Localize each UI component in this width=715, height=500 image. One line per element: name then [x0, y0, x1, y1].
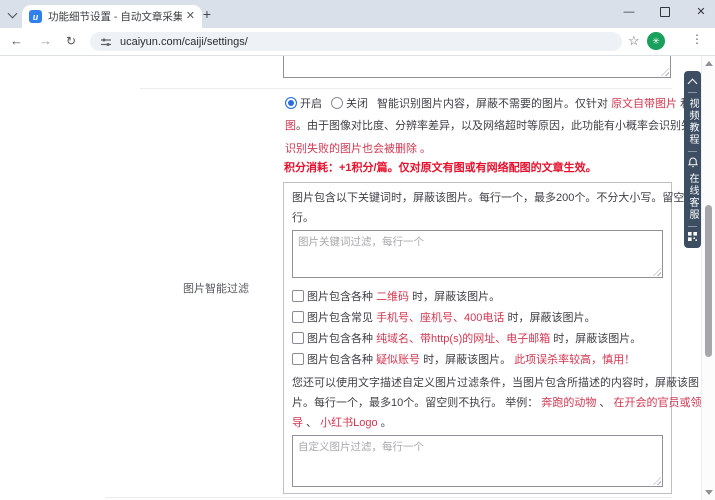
browser-tab[interactable]: u 功能细节设置 - 自动文章采集平台 ✕: [22, 5, 202, 28]
radio-off-label[interactable]: 关闭: [346, 95, 368, 111]
new-tab-button[interactable]: +: [199, 6, 215, 22]
account-checkbox[interactable]: [292, 352, 304, 365]
floating-side-toolbar: 视频教程 在线客服: [684, 71, 701, 248]
checkbox-label: 图片包含各种 纯域名、带http(s)的网址、电子邮箱 时，屏蔽该图片。: [307, 332, 642, 345]
browser-tab-strip: u 功能细节设置 - 自动文章采集平台 ✕ + — ✕: [0, 0, 715, 28]
points-cost-note: 积分消耗：+1积分/篇。仅对原文有图或有网络配图的文章生效。: [284, 162, 597, 174]
bookmark-star-button[interactable]: ☆: [628, 34, 640, 47]
scroll-up-arrow-icon[interactable]: [705, 61, 713, 66]
reload-button[interactable]: ↻: [66, 33, 76, 49]
custom-filter-desc-line3: 导 、 小红书Logo 。: [292, 417, 392, 429]
previous-setting-textarea-wrap: [283, 56, 671, 78]
url-text: ucaiyun.com/caiji/settings/: [120, 35, 248, 48]
custom-filter-textarea[interactable]: [292, 435, 663, 487]
scroll-down-arrow-icon[interactable]: [705, 490, 713, 495]
phone-checkbox[interactable]: [292, 310, 304, 323]
tab-search-chevron-icon[interactable]: [7, 8, 18, 19]
sidebar-divider: [688, 151, 697, 152]
site-info-icon[interactable]: [100, 36, 112, 48]
profile-avatar[interactable]: ✳: [647, 32, 665, 50]
settings-page: 开启 关闭 智能识别图片内容，屏蔽不需要的图片。仅针对 原文自带图片 和 网络配…: [0, 56, 702, 500]
previous-setting-textarea[interactable]: [283, 56, 671, 78]
image-filter-panel: 图片包含以下关键词时，屏蔽该图片。每行一个，最多200个。不分大小写。留空则不执…: [283, 182, 702, 494]
browser-toolbar: ← → ↻ ucaiyun.com/caiji/settings/ ☆ ✳ ⋮: [0, 28, 715, 56]
radio-off[interactable]: [331, 97, 343, 109]
custom-filter-desc: 您还可以使用文字描述自定义图片过滤条件，当图片包含所描述的内容时，屏蔽该图 片。…: [292, 373, 702, 433]
checkbox-label: 图片包含各种 二维码 时，屏蔽该图片。: [307, 290, 501, 303]
checkbox-row-account: 图片包含各种 疑似账号 时，屏蔽该图片。 此项误杀率较高，慎用！: [292, 348, 663, 369]
browser-window: u 功能细节设置 - 自动文章采集平台 ✕ + — ✕ ← → ↻ ucaiyu…: [0, 0, 715, 500]
sidebar-divider: [688, 226, 697, 227]
image-smart-filter-label: 图片智能过滤: [183, 283, 249, 295]
radio-on[interactable]: [285, 97, 297, 109]
section-divider: [140, 88, 672, 89]
smart-filter-desc-line1: 智能识别图片内容，屏蔽不需要的图片。仅针对 原文自带图片 和 网络配: [377, 98, 702, 110]
checkbox-label: 图片包含常见 手机号、座机号、400电话 时，屏蔽该图片。: [307, 311, 596, 324]
url-checkbox[interactable]: [292, 331, 304, 344]
page-scrollbar[interactable]: [701, 56, 715, 500]
keyword-filter-desc: 图片包含以下关键词时，屏蔽该图片。每行一个，最多200个。不分大小写。留空则不执: [292, 192, 702, 204]
smart-filter-desc-line2: 图 。由于图像对比度、分辨率差异，以及网络超时等原因，此功能有小概率会识别失败，: [285, 120, 702, 132]
section-divider: [105, 497, 672, 498]
forward-button[interactable]: →: [39, 33, 52, 49]
scrollbar-thumb[interactable]: [705, 205, 712, 357]
address-bar[interactable]: ucaiyun.com/caiji/settings/: [90, 32, 622, 51]
keyword-filter-desc-cont: 行。: [292, 212, 314, 224]
window-maximize-button[interactable]: [659, 6, 671, 18]
sidebar-divider: [688, 92, 697, 93]
collapse-chevron-up-icon[interactable]: [687, 78, 698, 89]
bell-icon: [687, 157, 698, 168]
window-minimize-button[interactable]: —: [623, 6, 635, 18]
online-service-link[interactable]: 在线客服: [684, 173, 701, 221]
smart-filter-radio-row: 开启 关闭 智能识别图片内容，屏蔽不需要的图片。仅针对 原文自带图片 和 网络配: [285, 92, 702, 114]
qrcode-checkbox[interactable]: [292, 289, 304, 302]
checkbox-row-qrcode: 图片包含各种 二维码 时，屏蔽该图片。: [292, 285, 663, 306]
checkbox-row-phone: 图片包含常见 手机号、座机号、400电话 时，屏蔽该图片。: [292, 306, 663, 327]
checkbox-row-url: 图片包含各种 纯域名、带http(s)的网址、电子邮箱 时，屏蔽该图片。: [292, 327, 663, 348]
smart-filter-desc-line3: 识别失败的图片也会被删除 。: [285, 143, 432, 155]
qr-code-icon[interactable]: [688, 232, 697, 241]
radio-on-label[interactable]: 开启: [300, 95, 322, 111]
keyword-filter-textarea[interactable]: [292, 230, 663, 278]
checkbox-label: 图片包含各种 疑似账号 时，屏蔽该图片。 此项误杀率较高，慎用！: [307, 353, 636, 366]
browser-menu-button[interactable]: ⋮: [691, 32, 703, 46]
keyword-textarea-wrap: [292, 230, 663, 278]
video-tutorial-link[interactable]: 视频教程: [684, 98, 701, 146]
filter-checkbox-list: 图片包含各种 二维码 时，屏蔽该图片。 图片包含常见 手机号、座机号、400电话…: [292, 285, 663, 369]
custom-filter-desc-line2: 片。每行一个，最多10个。留空则不执行。 举例： 奔跑的动物 、 在开会的官员或…: [292, 397, 702, 409]
window-close-button[interactable]: ✕: [695, 6, 707, 18]
tab-title: 功能细节设置 - 自动文章采集平台: [48, 11, 182, 23]
back-button[interactable]: ←: [10, 33, 23, 49]
tab-close-button[interactable]: ✕: [186, 11, 195, 22]
custom-filter-desc-line1: 您还可以使用文字描述自定义图片过滤条件，当图片包含所描述的内容时，屏蔽该图: [292, 377, 699, 389]
custom-textarea-wrap: [292, 435, 663, 487]
site-favicon-icon: u: [29, 10, 42, 23]
